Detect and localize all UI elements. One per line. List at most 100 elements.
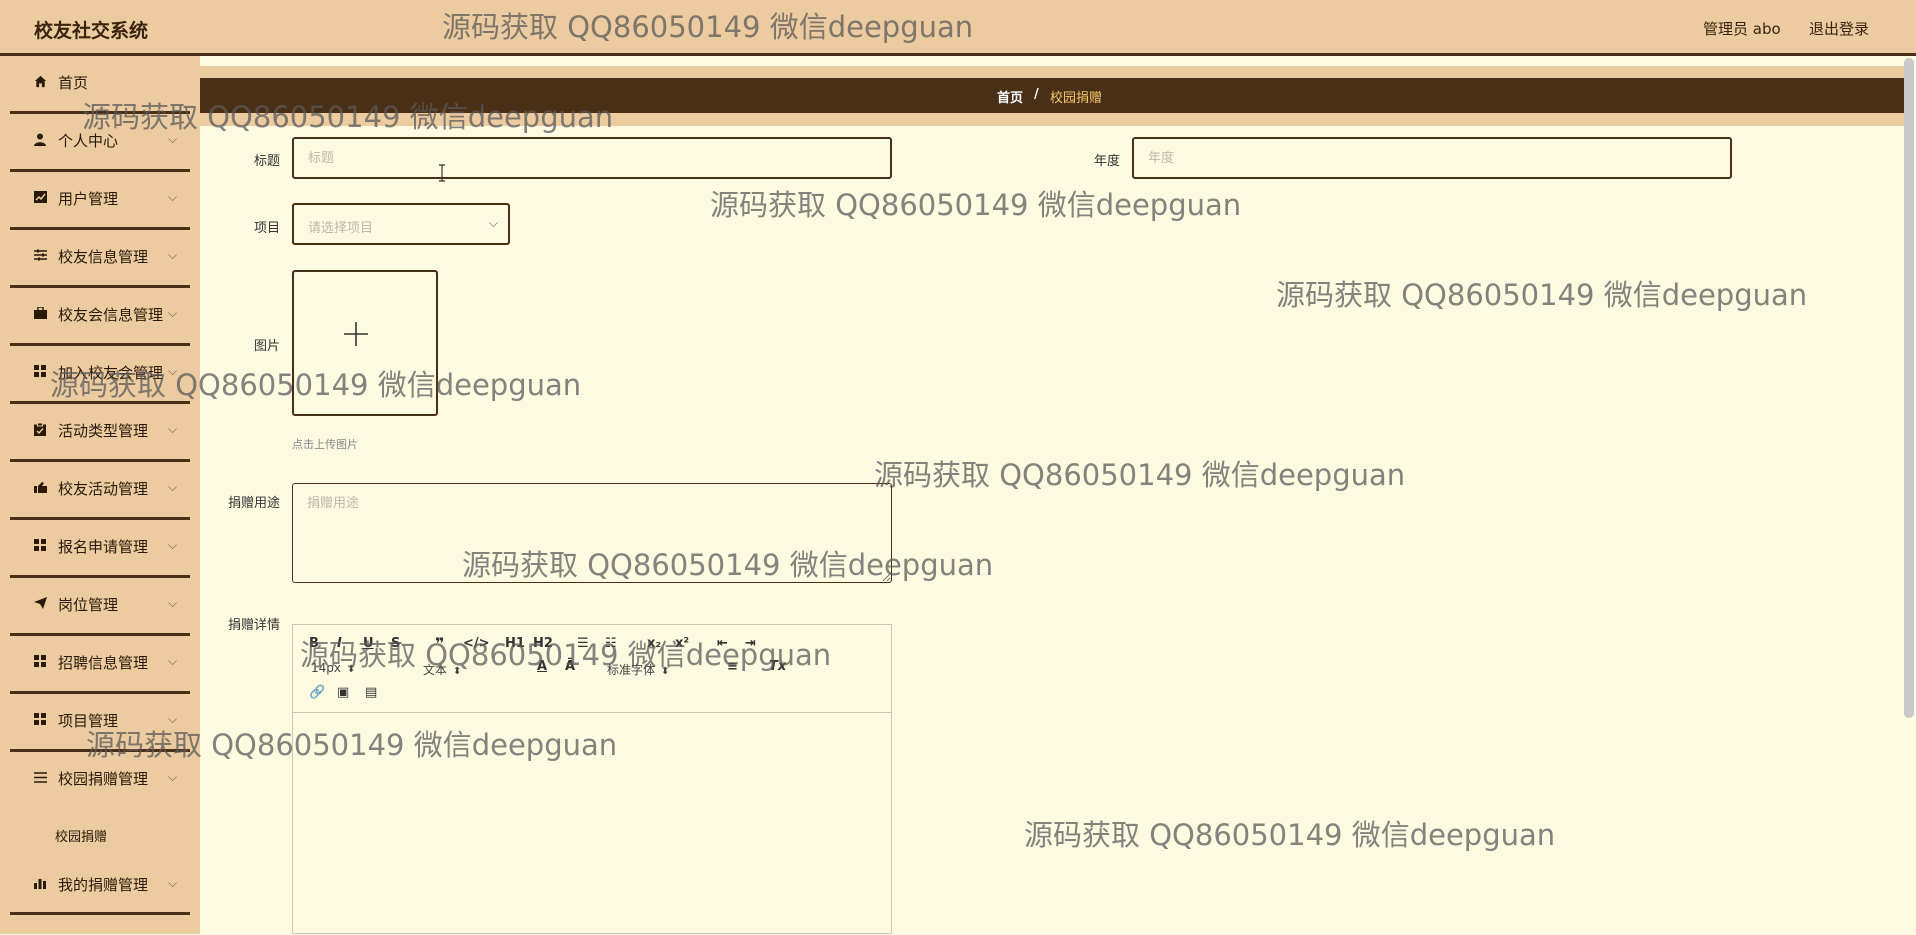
sidebar-subitem-campus-donation[interactable]: 校园捐赠 — [10, 810, 190, 858]
align-icon[interactable]: ≡ — [727, 659, 738, 674]
subscript-icon[interactable]: x₂ — [647, 636, 661, 651]
main-content: 首页 / 校园捐赠 标题 年度 项目 请选择项目 ⌵ 图片 点击上传图片 捐赠用… — [200, 56, 1916, 934]
select-arrow-icon: ⬍ — [661, 666, 670, 677]
clear-format-icon[interactable]: Tx — [769, 659, 786, 674]
sidebar-item-alumni-activity[interactable]: 校友活动管理 ⌵ — [10, 462, 190, 520]
paragraph-select[interactable]: 文本 ⬍ — [423, 661, 461, 678]
sidebar-item-registration[interactable]: 报名申请管理 ⌵ — [10, 520, 190, 578]
background-color-icon[interactable]: Ā — [565, 659, 575, 674]
chevron-down-icon: ⌵ — [168, 248, 178, 262]
sidebar-item-label: 校园捐赠 — [55, 830, 108, 845]
app-title: 校友社交系统 — [34, 20, 149, 42]
text-cursor-icon — [438, 164, 446, 186]
video-icon[interactable]: ▤ — [365, 685, 377, 700]
paragraph-value: 文本 — [423, 663, 448, 677]
purpose-textarea[interactable] — [292, 483, 892, 583]
sidebar-item-alumni-info[interactable]: 校友信息管理 ⌵ — [10, 230, 190, 288]
year-label: 年度 — [1093, 154, 1120, 169]
image-label: 图片 — [253, 339, 280, 354]
blockquote-icon[interactable]: ❞ — [435, 634, 444, 653]
sidebar-item-label: 校友会信息管理 — [58, 306, 164, 324]
year-input[interactable] — [1132, 137, 1732, 179]
font-color-icon[interactable]: A — [537, 659, 547, 674]
sidebar-item-label: 我的捐赠管理 — [58, 876, 149, 894]
chevron-down-icon: ⌵ — [168, 306, 178, 320]
font-family-select[interactable]: 标准字体 ⬍ — [607, 661, 669, 678]
grid-icon — [33, 712, 47, 726]
purpose-label: 捐赠用途 — [227, 496, 280, 511]
bold-icon[interactable]: B — [309, 636, 319, 651]
chart-icon — [33, 190, 47, 204]
page-scrollbar[interactable] — [1904, 58, 1914, 718]
bullet-list-icon[interactable]: ☷ — [605, 636, 617, 651]
font-size-select[interactable]: 14px ⬍ — [311, 661, 355, 675]
project-select-placeholder: 请选择项目 — [308, 221, 374, 236]
image-icon[interactable]: ▣ — [337, 685, 349, 700]
clipboard-icon — [33, 422, 47, 436]
send-icon — [33, 596, 47, 610]
project-select[interactable]: 请选择项目 ⌵ — [292, 203, 510, 245]
image-upload[interactable] — [292, 270, 438, 416]
chevron-down-icon: ⌵ — [488, 216, 498, 230]
title-label: 标题 — [253, 154, 280, 169]
sidebar-item-label: 校园捐赠管理 — [58, 770, 149, 788]
chevron-down-icon: ⌵ — [168, 876, 178, 890]
sidebar-item-projects[interactable]: 项目管理 ⌵ — [10, 694, 190, 752]
sidebar-item-join-association[interactable]: 加入校友会管理 ⌵ — [10, 346, 190, 404]
grid-icon — [33, 538, 47, 552]
bar-chart-icon — [33, 876, 47, 890]
superscript-icon[interactable]: x² — [675, 636, 689, 651]
font-size-value: 14px — [311, 661, 341, 675]
sidebar-item-label: 校友信息管理 — [58, 248, 149, 266]
admin-user-label: 管理员 abo — [1703, 20, 1781, 38]
sidebar-item-label: 校友活动管理 — [58, 480, 149, 498]
heading-1-icon[interactable]: H1 — [505, 636, 525, 651]
outdent-icon[interactable]: ⇤ — [717, 636, 728, 651]
underline-icon[interactable]: U — [363, 636, 374, 651]
link-icon[interactable]: 🔗 — [309, 685, 325, 700]
grid-icon — [33, 364, 47, 378]
strikethrough-icon[interactable]: S — [391, 636, 400, 651]
chevron-down-icon: ⌵ — [168, 480, 178, 494]
chevron-down-icon: ⌵ — [168, 770, 178, 784]
heading-2-icon[interactable]: H2 — [533, 636, 553, 651]
sidebar-item-home[interactable]: 首页 — [10, 56, 190, 114]
ordered-list-icon[interactable]: ☰ — [577, 636, 589, 651]
sidebar-item-donation-management[interactable]: 校园捐赠管理 ⌵ — [10, 752, 190, 810]
home-icon — [33, 74, 47, 88]
sidebar-item-label: 岗位管理 — [58, 596, 119, 614]
chevron-down-icon: ⌵ — [168, 190, 178, 204]
sidebar-item-label: 加入校友会管理 — [58, 364, 164, 382]
breadcrumb-home[interactable]: 首页 — [997, 87, 1023, 106]
sidebar-item-association-info[interactable]: 校友会信息管理 ⌵ — [10, 288, 190, 346]
sidebar-item-activity-type[interactable]: 活动类型管理 ⌵ — [10, 404, 190, 462]
sidebar: 首页 个人中心 ⌵ 用户管理 ⌵ 校友信息管理 ⌵ 校友会信息管理 ⌵ 加入校友… — [0, 56, 200, 934]
project-label: 项目 — [253, 221, 280, 236]
sidebar-item-user-management[interactable]: 用户管理 ⌵ — [10, 172, 190, 230]
hand-icon — [33, 480, 47, 494]
sidebar-item-my-donations[interactable]: 我的捐赠管理 ⌵ — [10, 858, 190, 915]
chevron-down-icon: ⌵ — [168, 422, 178, 436]
editor-content[interactable] — [293, 713, 891, 935]
image-upload-hint: 点击上传图片 — [292, 438, 358, 451]
logout-button[interactable]: 退出登录 — [1809, 18, 1869, 39]
select-arrow-icon: ⬍ — [453, 666, 462, 677]
font-family-value: 标准字体 — [607, 663, 656, 677]
list-icon — [33, 770, 47, 784]
code-block-icon[interactable]: </> — [463, 636, 490, 651]
indent-icon[interactable]: ⇥ — [745, 636, 756, 651]
sidebar-item-label: 用户管理 — [58, 190, 119, 208]
sidebar-item-positions[interactable]: 岗位管理 ⌵ — [10, 578, 190, 636]
breadcrumb-current: 校园捐赠 — [1050, 91, 1103, 106]
sidebar-item-label: 个人中心 — [58, 132, 119, 150]
top-bar: 校友社交系统 管理员 abo 退出登录 — [0, 0, 1916, 56]
select-arrow-icon: ⬍ — [347, 664, 356, 675]
italic-icon[interactable]: I — [337, 636, 342, 651]
user-icon — [33, 132, 47, 146]
title-input[interactable] — [292, 137, 892, 179]
rich-text-editor: B I U S ❞ </> H1 H2 ☰ ☷ x₂ x² ⇤ ⇥ 14px ⬍ … — [292, 624, 892, 934]
sidebar-item-recruitment[interactable]: 招聘信息管理 ⌵ — [10, 636, 190, 694]
sidebar-item-personal-center[interactable]: 个人中心 ⌵ — [10, 114, 190, 172]
chevron-down-icon: ⌵ — [168, 538, 178, 552]
briefcase-icon — [33, 306, 47, 320]
